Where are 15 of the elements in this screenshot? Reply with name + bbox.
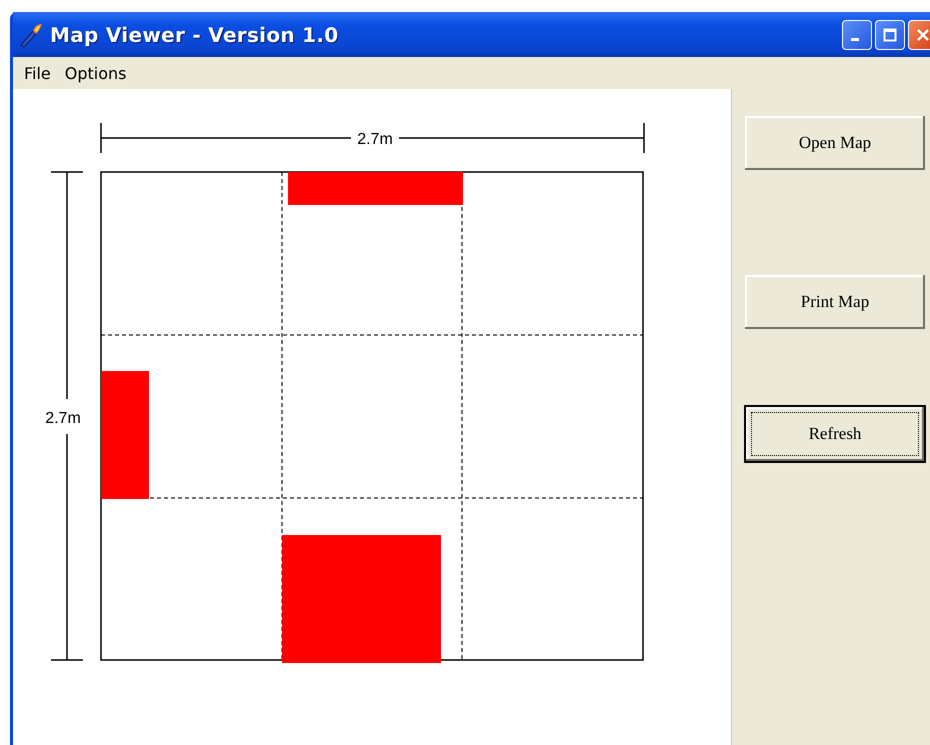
maximize-button[interactable] (875, 20, 905, 50)
push-button[interactable]: Refresh (746, 407, 924, 461)
torch-icon (18, 22, 44, 48)
close-button[interactable] (908, 20, 930, 50)
window-title: Map Viewer - Version 1.0 (50, 22, 338, 46)
minimize-icon (851, 38, 859, 41)
push-button[interactable]: Print Map (745, 275, 925, 329)
height-label: 2.7m (45, 410, 81, 427)
push-button[interactable]: Open Map (745, 116, 925, 170)
maximize-icon (883, 28, 897, 42)
menu-item[interactable]: File (19, 62, 56, 84)
menu-item[interactable]: Options (60, 62, 132, 84)
close-icon (916, 28, 930, 42)
minimize-button[interactable] (842, 20, 872, 50)
width-label: 2.7m (357, 131, 393, 148)
